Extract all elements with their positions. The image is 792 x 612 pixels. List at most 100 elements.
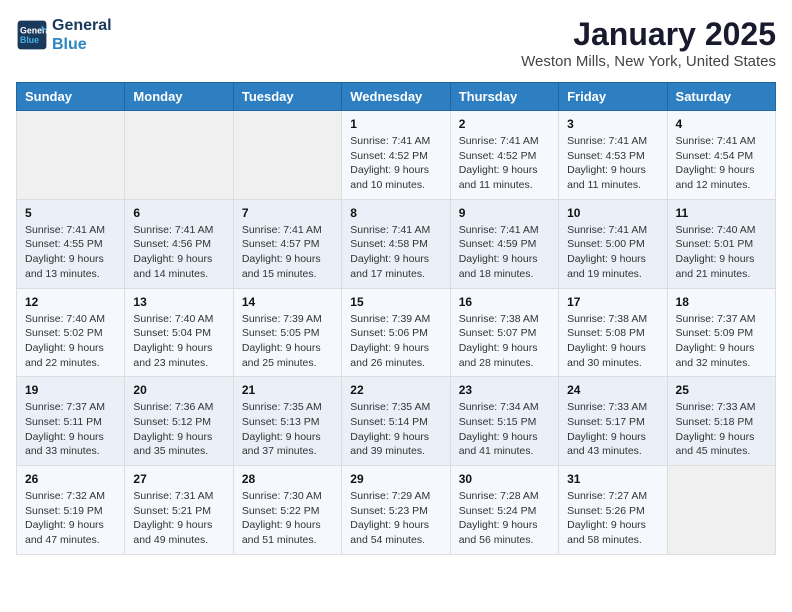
calendar-cell: 18 Sunrise: 7:37 AMSunset: 5:09 PMDayligh…	[667, 288, 775, 377]
calendar-table: SundayMondayTuesdayWednesdayThursdayFrid…	[16, 82, 776, 555]
day-number: 25	[676, 383, 767, 397]
day-info: Sunrise: 7:39 AMSunset: 5:06 PMDaylight:…	[350, 312, 441, 371]
calendar-cell	[667, 466, 775, 555]
title-block: January 2025 Weston Mills, New York, Uni…	[521, 16, 776, 70]
day-info: Sunrise: 7:38 AMSunset: 5:08 PMDaylight:…	[567, 312, 658, 371]
day-info: Sunrise: 7:32 AMSunset: 5:19 PMDaylight:…	[25, 489, 116, 548]
calendar-cell: 1Sunrise: 7:41 AMSunset: 4:52 PMDaylight…	[342, 111, 450, 200]
day-info: Sunrise: 7:33 AMSunset: 5:18 PMDaylight:…	[676, 400, 767, 459]
weekday-header-sunday: Sunday	[17, 83, 125, 111]
day-info: Sunrise: 7:40 AMSunset: 5:02 PMDaylight:…	[25, 312, 116, 371]
calendar-cell: 16 Sunrise: 7:38 AMSunset: 5:07 PMDayligh…	[450, 288, 558, 377]
week-row-5: 26 Sunrise: 7:32 AMSunset: 5:19 PMDayligh…	[17, 466, 776, 555]
calendar-cell: 14 Sunrise: 7:39 AMSunset: 5:05 PMDayligh…	[233, 288, 341, 377]
logo: General Blue General Blue	[16, 16, 112, 54]
day-number: 21	[242, 383, 333, 397]
day-number: 12	[25, 295, 116, 309]
day-info: Sunrise: 7:34 AMSunset: 5:15 PMDaylight:…	[459, 400, 550, 459]
calendar-cell: 29 Sunrise: 7:29 AMSunset: 5:23 PMDayligh…	[342, 466, 450, 555]
week-row-2: 5Sunrise: 7:41 AMSunset: 4:55 PMDaylight…	[17, 199, 776, 288]
day-number: 8	[350, 206, 441, 220]
weekday-header-monday: Monday	[125, 83, 233, 111]
day-number: 24	[567, 383, 658, 397]
day-number: 30	[459, 472, 550, 486]
calendar-cell: 21Sunrise: 7:35 AMSunset: 5:13 PMDayligh…	[233, 377, 341, 466]
day-number: 28	[242, 472, 333, 486]
week-row-3: 12 Sunrise: 7:40 AMSunset: 5:02 PMDayligh…	[17, 288, 776, 377]
day-info: Sunrise: 7:41 AMSunset: 4:57 PMDaylight:…	[242, 223, 333, 282]
day-info: Sunrise: 7:29 AMSunset: 5:23 PMDaylight:…	[350, 489, 441, 548]
day-info: Sunrise: 7:35 AMSunset: 5:14 PMDaylight:…	[350, 400, 441, 459]
logo-icon: General Blue	[16, 19, 48, 51]
day-number: 10	[567, 206, 658, 220]
calendar-cell: 17 Sunrise: 7:38 AMSunset: 5:08 PMDayligh…	[559, 288, 667, 377]
day-info: Sunrise: 7:41 AMSunset: 4:53 PMDaylight:…	[567, 134, 658, 193]
week-row-1: 1Sunrise: 7:41 AMSunset: 4:52 PMDaylight…	[17, 111, 776, 200]
location-text: Weston Mills, New York, United States	[521, 53, 776, 70]
day-info: Sunrise: 7:27 AMSunset: 5:26 PMDaylight:…	[567, 489, 658, 548]
day-number: 2	[459, 117, 550, 131]
logo-text-general: General	[52, 16, 112, 35]
calendar-cell: 24 Sunrise: 7:33 AMSunset: 5:17 PMDayligh…	[559, 377, 667, 466]
day-number: 18	[676, 295, 767, 309]
day-info: Sunrise: 7:31 AMSunset: 5:21 PMDaylight:…	[133, 489, 224, 548]
day-number: 19	[25, 383, 116, 397]
day-number: 22	[350, 383, 441, 397]
day-number: 17	[567, 295, 658, 309]
day-info: Sunrise: 7:28 AMSunset: 5:24 PMDaylight:…	[459, 489, 550, 548]
day-number: 20	[133, 383, 224, 397]
day-info: Sunrise: 7:39 AMSunset: 5:05 PMDaylight:…	[242, 312, 333, 371]
calendar-cell: 27Sunrise: 7:31 AMSunset: 5:21 PMDayligh…	[125, 466, 233, 555]
day-number: 15	[350, 295, 441, 309]
day-number: 7	[242, 206, 333, 220]
day-number: 26	[25, 472, 116, 486]
page-header: General Blue General Blue January 2025 W…	[16, 16, 776, 70]
calendar-cell: 12 Sunrise: 7:40 AMSunset: 5:02 PMDayligh…	[17, 288, 125, 377]
day-info: Sunrise: 7:41 AMSunset: 5:00 PMDaylight:…	[567, 223, 658, 282]
calendar-cell: 8Sunrise: 7:41 AMSunset: 4:58 PMDaylight…	[342, 199, 450, 288]
calendar-cell: 2Sunrise: 7:41 AMSunset: 4:52 PMDaylight…	[450, 111, 558, 200]
weekday-header-saturday: Saturday	[667, 83, 775, 111]
calendar-header: SundayMondayTuesdayWednesdayThursdayFrid…	[17, 83, 776, 111]
calendar-cell: 30 Sunrise: 7:28 AMSunset: 5:24 PMDayligh…	[450, 466, 558, 555]
calendar-cell: 13Sunrise: 7:40 AMSunset: 5:04 PMDayligh…	[125, 288, 233, 377]
weekday-header-thursday: Thursday	[450, 83, 558, 111]
day-info: Sunrise: 7:37 AMSunset: 5:09 PMDaylight:…	[676, 312, 767, 371]
day-info: Sunrise: 7:38 AMSunset: 5:07 PMDaylight:…	[459, 312, 550, 371]
week-row-4: 19 Sunrise: 7:37 AMSunset: 5:11 PMDayligh…	[17, 377, 776, 466]
day-info: Sunrise: 7:41 AMSunset: 4:54 PMDaylight:…	[676, 134, 767, 193]
calendar-cell: 31Sunrise: 7:27 AMSunset: 5:26 PMDayligh…	[559, 466, 667, 555]
day-number: 9	[459, 206, 550, 220]
day-info: Sunrise: 7:41 AMSunset: 4:56 PMDaylight:…	[133, 223, 224, 282]
day-info: Sunrise: 7:33 AMSunset: 5:17 PMDaylight:…	[567, 400, 658, 459]
day-info: Sunrise: 7:36 AMSunset: 5:12 PMDaylight:…	[133, 400, 224, 459]
calendar-cell: 6 Sunrise: 7:41 AMSunset: 4:56 PMDaylight…	[125, 199, 233, 288]
weekday-header-friday: Friday	[559, 83, 667, 111]
calendar-cell: 10 Sunrise: 7:41 AMSunset: 5:00 PMDayligh…	[559, 199, 667, 288]
calendar-cell: 28 Sunrise: 7:30 AMSunset: 5:22 PMDayligh…	[233, 466, 341, 555]
calendar-cell: 23 Sunrise: 7:34 AMSunset: 5:15 PMDayligh…	[450, 377, 558, 466]
svg-text:General: General	[20, 26, 48, 36]
day-info: Sunrise: 7:41 AMSunset: 4:59 PMDaylight:…	[459, 223, 550, 282]
calendar-cell: 20 Sunrise: 7:36 AMSunset: 5:12 PMDayligh…	[125, 377, 233, 466]
calendar-cell: 3 Sunrise: 7:41 AMSunset: 4:53 PMDaylight…	[559, 111, 667, 200]
day-number: 6	[133, 206, 224, 220]
calendar-cell: 7 Sunrise: 7:41 AMSunset: 4:57 PMDaylight…	[233, 199, 341, 288]
calendar-cell	[125, 111, 233, 200]
calendar-cell	[233, 111, 341, 200]
day-info: Sunrise: 7:37 AMSunset: 5:11 PMDaylight:…	[25, 400, 116, 459]
day-number: 3	[567, 117, 658, 131]
calendar-cell: 11Sunrise: 7:40 AMSunset: 5:01 PMDayligh…	[667, 199, 775, 288]
day-number: 16	[459, 295, 550, 309]
day-number: 23	[459, 383, 550, 397]
day-number: 29	[350, 472, 441, 486]
day-number: 11	[676, 206, 767, 220]
weekday-row: SundayMondayTuesdayWednesdayThursdayFrid…	[17, 83, 776, 111]
day-info: Sunrise: 7:40 AMSunset: 5:04 PMDaylight:…	[133, 312, 224, 371]
day-info: Sunrise: 7:30 AMSunset: 5:22 PMDaylight:…	[242, 489, 333, 548]
calendar-cell	[17, 111, 125, 200]
calendar-cell: 9 Sunrise: 7:41 AMSunset: 4:59 PMDaylight…	[450, 199, 558, 288]
day-info: Sunrise: 7:41 AMSunset: 4:52 PMDaylight:…	[350, 134, 441, 193]
day-number: 14	[242, 295, 333, 309]
month-title: January 2025	[521, 16, 776, 53]
